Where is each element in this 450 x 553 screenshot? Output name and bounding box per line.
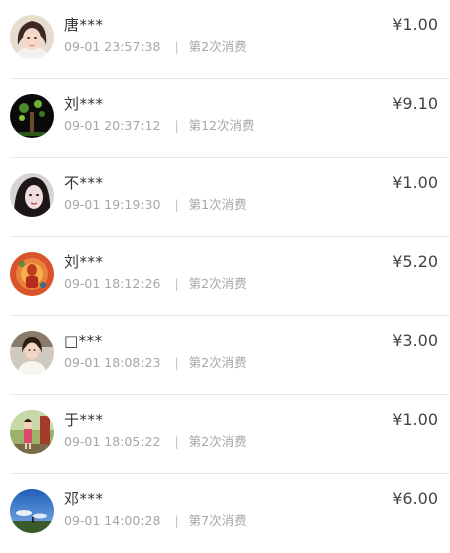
record-meta: 09-01 19:19:30 | 第1次消费	[64, 196, 247, 214]
consumption-count: 第2次消费	[188, 39, 247, 54]
customer-name: □***	[64, 332, 103, 350]
record-meta: 09-01 23:57:38 | 第2次消费	[64, 38, 247, 56]
consumption-count: 第2次消费	[188, 355, 247, 370]
customer-name: 刘***	[64, 253, 104, 271]
record-meta: 09-01 14:00:28 | 第7次消费	[64, 512, 247, 530]
meta-separator: |	[174, 197, 179, 212]
record-amount: ¥1.00	[392, 410, 438, 429]
record-row[interactable]: 刘*** 09-01 18:12:26 | 第2次消费 ¥5.20	[0, 237, 450, 316]
meta-separator: |	[174, 513, 179, 528]
record-amount: ¥5.20	[392, 252, 438, 271]
consumption-count: 第12次消费	[188, 118, 255, 133]
record-datetime: 09-01 19:19:30	[64, 197, 161, 212]
record-row[interactable]: 于*** 09-01 18:05:22 | 第2次消费 ¥1.00	[0, 395, 450, 474]
record-amount: ¥1.00	[392, 15, 438, 34]
user-avatar	[10, 173, 54, 217]
user-avatar	[10, 15, 54, 59]
customer-name: 唐***	[64, 16, 104, 34]
user-avatar	[10, 489, 54, 533]
record-datetime: 09-01 14:00:28	[64, 513, 161, 528]
consumption-count: 第2次消费	[188, 434, 247, 449]
record-row[interactable]: □*** 09-01 18:08:23 | 第2次消费 ¥3.00	[0, 316, 450, 395]
record-datetime: 09-01 18:12:26	[64, 276, 161, 291]
meta-separator: |	[174, 434, 179, 449]
record-amount: ¥1.00	[392, 173, 438, 192]
customer-name: 刘***	[64, 95, 104, 113]
meta-separator: |	[174, 276, 179, 291]
record-amount: ¥9.10	[392, 94, 438, 113]
record-meta: 09-01 18:08:23 | 第2次消费	[64, 354, 247, 372]
consumption-count: 第2次消费	[188, 276, 247, 291]
user-avatar	[10, 94, 54, 138]
record-row[interactable]: 唐*** 09-01 23:57:38 | 第2次消费 ¥1.00	[0, 0, 450, 79]
consumption-count: 第7次消费	[188, 513, 247, 528]
record-datetime: 09-01 18:08:23	[64, 355, 161, 370]
customer-name: 邓***	[64, 490, 104, 508]
record-row[interactable]: 刘*** 09-01 20:37:12 | 第12次消费 ¥9.10	[0, 79, 450, 158]
record-meta: 09-01 18:12:26 | 第2次消费	[64, 275, 247, 293]
user-avatar	[10, 331, 54, 375]
record-datetime: 09-01 20:37:12	[64, 118, 161, 133]
meta-separator: |	[174, 118, 179, 133]
record-row[interactable]: 不*** 09-01 19:19:30 | 第1次消费 ¥1.00	[0, 158, 450, 237]
user-avatar	[10, 252, 54, 296]
record-row[interactable]: 邓*** 09-01 14:00:28 | 第7次消费 ¥6.00	[0, 474, 450, 553]
record-amount: ¥6.00	[392, 489, 438, 508]
record-amount: ¥3.00	[392, 331, 438, 350]
customer-name: 不***	[64, 174, 104, 192]
record-datetime: 09-01 23:57:38	[64, 39, 161, 54]
user-avatar	[10, 410, 54, 454]
customer-name: 于***	[64, 411, 104, 429]
meta-separator: |	[174, 355, 179, 370]
record-meta: 09-01 18:05:22 | 第2次消费	[64, 433, 247, 451]
record-meta: 09-01 20:37:12 | 第12次消费	[64, 117, 255, 135]
meta-separator: |	[174, 39, 179, 54]
record-datetime: 09-01 18:05:22	[64, 434, 161, 449]
consumption-count: 第1次消费	[188, 197, 247, 212]
